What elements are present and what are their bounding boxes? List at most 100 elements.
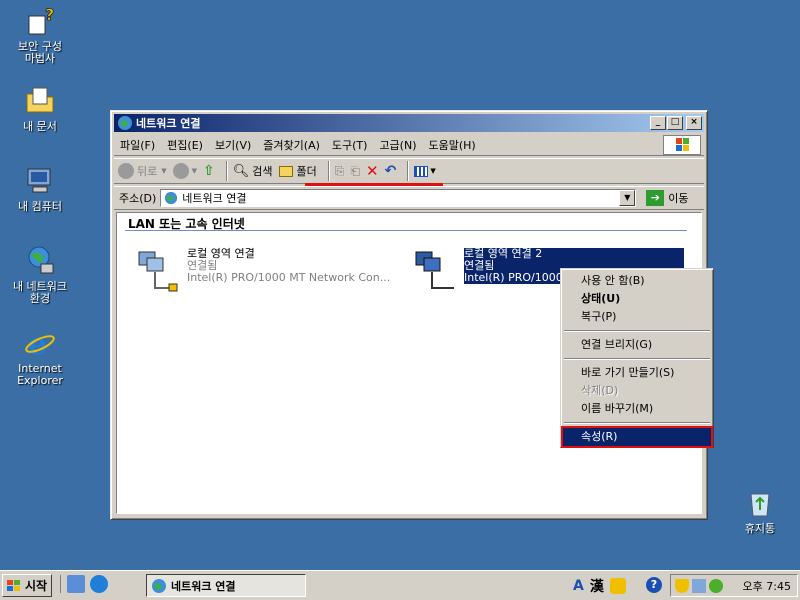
menu-file[interactable]: 파일(F) [114,137,161,153]
show-desktop-icon[interactable] [67,575,85,593]
minimize-button[interactable]: _ [650,116,666,130]
desktop-icon-label: 내 컴퓨터 [18,200,62,213]
address-input[interactable]: 네트워크 연결 ▼ [160,189,637,207]
desktop-icon-label: 휴지통 [744,522,776,535]
forward-arrow-icon [172,163,189,179]
help-icon[interactable]: ? [646,577,662,593]
annotation-underline [305,183,443,186]
delete-button[interactable]: ✕ [366,162,379,180]
context-menu-separator [564,330,710,332]
lan-connection-icon [415,251,454,289]
folders-button[interactable]: 폴더 [278,163,317,179]
toolbar-separator [327,161,330,181]
desktop-icon-internet-explorer[interactable]: e Internet Explorer [2,326,78,387]
context-menu-item: 삭제(D) [581,384,619,397]
menu-tools[interactable]: 도구(T) [326,137,374,153]
delete-x-icon: ✕ [366,162,379,180]
chevron-down-icon: ▼ [161,167,167,175]
taskbar-button-network-connections[interactable]: 네트워크 연결 [146,574,306,597]
move-to-icon: ⎘ [334,163,345,178]
search-button[interactable]: 🔍︎ 검색 [233,163,273,179]
desktop-icon-label: 보안 구성 마법사 [18,40,62,65]
update-tray-icon[interactable] [709,578,723,593]
context-menu-item[interactable]: 속성(R) [561,426,713,448]
context-menu-item[interactable]: 바로 가기 만들기(S) [563,364,711,382]
context-menu-item[interactable]: 상태(U) [563,290,711,308]
address-dropdown-button[interactable]: ▼ [619,190,636,206]
windows-logo-icon [7,579,20,591]
up-folder-button[interactable]: ⇧ [203,163,215,179]
internet-explorer-icon[interactable] [90,575,108,593]
go-label: 이동 [668,192,689,205]
connection-name: 로컬 영역 연결 [187,247,255,260]
folders-label: 폴더 [296,165,317,178]
context-menu-item[interactable]: 복구(P) [563,308,711,326]
connection-item-local-area[interactable]: 로컬 영역 연결 연결됨 Intel(R) PRO/1000 MT Networ… [135,248,390,292]
ime-tools-icon[interactable] [609,577,626,594]
context-menu-item[interactable]: 사용 안 함(B) [563,272,711,290]
my-network-icon [28,246,54,274]
undo-button[interactable]: ↶ [385,163,397,179]
clock[interactable]: 오후 7:45 [743,578,791,594]
desktop-icon-my-documents[interactable]: 내 문서 [2,84,78,133]
taskbar: 시작 네트워크 연결 A 漢 ? 오후 7:45 [0,570,800,600]
language-bar: A 漢 [573,574,626,597]
taskbar-button-label: 네트워크 연결 [171,579,236,593]
context-menu-item[interactable]: 연결 브리지(G) [563,336,711,354]
close-button[interactable]: × [686,116,702,130]
my-computer-icon [27,168,51,193]
up-folder-icon: ⇧ [203,163,215,179]
desktop-icon-my-computer[interactable]: 내 컴퓨터 [2,164,78,213]
context-menu: 사용 안 함(B) 상태(U) 복구(P) 연결 브리지(G) 바로 가기 만들기(S)… [560,268,714,448]
start-label: 시작 [25,579,48,593]
system-tray: 오후 7:45 [670,574,798,597]
desktop-icon-label: 내 네트워크 환경 [12,280,68,305]
context-menu-item[interactable]: 이름 바꾸기(M) [563,400,711,418]
maximize-button[interactable]: □ [667,116,683,130]
back-label: 뒤로 [137,165,158,178]
move-to-button[interactable]: ⎘ [335,164,345,179]
desktop-icon-label: 내 문서 [23,120,57,133]
toolbar: 뒤로 ▼ ▼ ⇧ 🔍︎ 검색 폴더 ⎘ ⎗ ✕ ↶ ▼ [114,158,704,184]
forward-button[interactable]: ▼ [172,163,198,179]
security-shield-icon[interactable] [675,578,689,593]
internet-explorer-icon: e [25,327,55,360]
address-label: 주소(D) [119,192,157,205]
network-connections-icon [118,116,132,130]
security-wizard-icon: ? [28,5,55,35]
context-menu-separator [564,422,710,424]
ime-mode-a[interactable]: A [573,578,584,594]
search-label: 검색 [252,165,273,178]
menu-view[interactable]: 보기(V) [209,137,257,153]
back-button[interactable]: 뒤로 ▼ [118,163,167,179]
start-button[interactable]: 시작 [2,574,52,597]
menu-help[interactable]: 도움말(H) [423,137,482,153]
search-icon: 🔍︎ [232,163,250,179]
toolbar-separator [225,161,228,181]
copy-to-icon: ⎗ [350,163,360,178]
go-button[interactable]: ➔ 이동 [646,190,689,206]
my-documents-icon [26,87,54,113]
windows-logo-icon [663,135,701,155]
menu-favorites[interactable]: 즐겨찾기(A) [257,137,326,153]
back-arrow-icon [118,163,134,179]
quick-launch [60,575,108,593]
ime-hanja[interactable]: 漢 [590,576,604,596]
desktop-icon-my-network[interactable]: 내 네트워크 환경 [2,244,78,305]
copy-to-button[interactable]: ⎗ [350,164,360,179]
chevron-down-icon: ▼ [430,167,436,175]
connection-name: 로컬 영역 연결 2 [464,248,684,260]
desktop-icon-security-wizard[interactable]: ? 보안 구성 마법사 [2,4,78,65]
views-button[interactable]: ▼ [414,165,436,177]
group-header: LAN 또는 고속 인터넷 [125,215,687,231]
menu-advanced[interactable]: 고급(N) [373,137,422,153]
chevron-down-icon: ▼ [191,167,198,175]
menu-edit[interactable]: 편집(E) [161,137,209,153]
window-titlebar[interactable]: 네트워크 연결 _ □ × [114,114,704,132]
desktop-icon-recycle-bin[interactable]: 휴지통 [722,486,798,535]
network-connections-icon [165,191,178,205]
go-arrow-icon: ➔ [646,190,665,206]
network-tray-icon[interactable] [692,578,706,593]
connection-adapter: Intel(R) PRO/1000 MT Network Con... [187,271,391,284]
svg-text:?: ? [45,5,54,24]
